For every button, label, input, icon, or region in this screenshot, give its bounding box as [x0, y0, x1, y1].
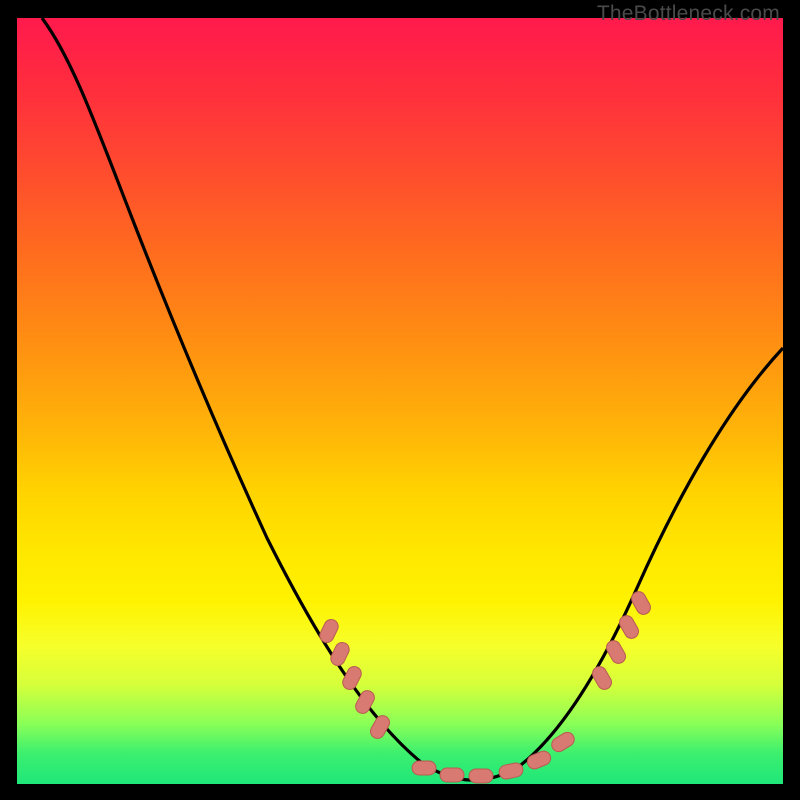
- watermark-text: TheBottleneck.com: [597, 2, 780, 26]
- marker-group-left: [317, 617, 392, 741]
- marker: [412, 761, 436, 775]
- plot-area: [17, 18, 783, 784]
- marker: [317, 617, 340, 645]
- marker: [604, 638, 628, 666]
- marker-group-right: [590, 589, 653, 692]
- marker: [440, 768, 464, 782]
- marker: [617, 613, 641, 641]
- marker: [525, 749, 552, 771]
- marker: [368, 713, 392, 741]
- marker: [328, 640, 351, 668]
- marker: [469, 769, 493, 783]
- marker-group-bottom: [412, 730, 577, 783]
- bottleneck-curve: [42, 18, 783, 780]
- chart-svg: [17, 18, 783, 784]
- marker: [590, 664, 614, 692]
- marker: [340, 664, 363, 692]
- outer-frame: TheBottleneck.com: [0, 0, 800, 800]
- marker: [629, 589, 653, 617]
- marker: [498, 762, 524, 781]
